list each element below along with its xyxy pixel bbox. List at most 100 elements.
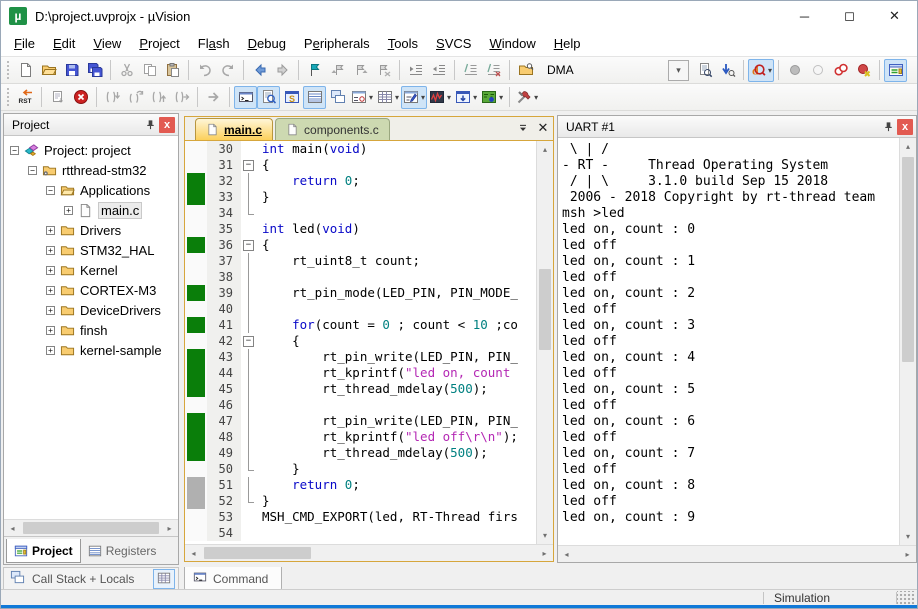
- scroll-left-icon[interactable]: ◂: [4, 520, 21, 537]
- toolbar-grip[interactable]: [6, 60, 11, 80]
- scroll-left-icon[interactable]: ◂: [558, 546, 575, 563]
- cut-button[interactable]: [115, 59, 138, 82]
- scroll-down-icon[interactable]: ▾: [537, 527, 554, 544]
- scroll-right-icon[interactable]: ▸: [899, 546, 916, 563]
- chevron-down-icon[interactable]: ▾: [447, 93, 451, 102]
- uart-v-scrollbar[interactable]: ▴ ▾: [899, 138, 916, 545]
- scroll-up-icon[interactable]: ▴: [537, 141, 554, 158]
- expand-icon[interactable]: +: [46, 326, 55, 335]
- collapse-icon[interactable]: −: [10, 146, 19, 155]
- menu-peripherals[interactable]: Peripherals: [295, 33, 379, 55]
- tab-project[interactable]: Project: [6, 539, 81, 563]
- chevron-down-icon[interactable]: ▾: [768, 66, 772, 75]
- editor-tab-components-c[interactable]: components.c: [275, 118, 390, 140]
- fold-toggle-icon[interactable]: [241, 237, 257, 253]
- call-stack-window-button[interactable]: [326, 86, 349, 109]
- find-in-files-dialog-button[interactable]: [514, 59, 537, 82]
- system-viewer-button[interactable]: ▾: [453, 86, 479, 109]
- editor-h-scrollbar[interactable]: ◂ ▸: [185, 544, 553, 561]
- scroll-thumb[interactable]: [539, 269, 551, 350]
- menu-flash[interactable]: Flash: [189, 33, 239, 55]
- find-in-files-button[interactable]: [693, 59, 716, 82]
- stop-debug-button[interactable]: [69, 86, 92, 109]
- scroll-thumb[interactable]: [23, 522, 159, 534]
- tree-item-project-project[interactable]: −Project: project: [4, 140, 178, 160]
- chevron-down-icon[interactable]: ▾: [668, 60, 689, 81]
- expand-icon[interactable]: +: [46, 226, 55, 235]
- tree-item-applications[interactable]: −Applications: [4, 180, 178, 200]
- close-button[interactable]: ✕: [872, 1, 917, 31]
- code-editor[interactable]: 30int main(void)31{32 return 0;33}3435in…: [185, 141, 536, 544]
- chevron-down-icon[interactable]: ▾: [473, 93, 477, 102]
- uart-panel-close-icon[interactable]: x: [897, 119, 913, 135]
- previous-bookmark-button[interactable]: [326, 59, 349, 82]
- pin-icon[interactable]: [880, 119, 897, 135]
- serial-window-button[interactable]: ▾: [401, 86, 427, 109]
- menu-debug[interactable]: Debug: [239, 33, 295, 55]
- copy-button[interactable]: [138, 59, 161, 82]
- memory-window-button[interactable]: ▾: [375, 86, 401, 109]
- command-window-button[interactable]: [234, 86, 257, 109]
- debug-settings-button[interactable]: ▾: [514, 86, 540, 109]
- chevron-down-icon[interactable]: ▾: [395, 93, 399, 102]
- symbol-window-button[interactable]: S: [280, 86, 303, 109]
- menu-svcs[interactable]: SVCS: [427, 33, 480, 55]
- kill-breakpoints-button[interactable]: [852, 59, 875, 82]
- toggle-breakpoint-button[interactable]: [829, 59, 852, 82]
- navigate-forward-button[interactable]: [271, 59, 294, 82]
- menu-tools[interactable]: Tools: [379, 33, 427, 55]
- run-button[interactable]: [202, 86, 225, 109]
- scroll-right-icon[interactable]: ▸: [161, 520, 178, 537]
- scroll-down-icon[interactable]: ▾: [900, 528, 917, 545]
- indent-button[interactable]: [404, 59, 427, 82]
- scroll-up-icon[interactable]: ▴: [900, 138, 917, 155]
- tree-item-kernel-sample[interactable]: +kernel-sample: [4, 340, 178, 360]
- paste-button[interactable]: [161, 59, 184, 82]
- memory-window-button[interactable]: [153, 569, 175, 589]
- fold-toggle-icon[interactable]: [241, 157, 257, 173]
- new-file-button[interactable]: [14, 59, 37, 82]
- uncomment-button[interactable]: [482, 59, 505, 82]
- menu-edit[interactable]: Edit: [44, 33, 84, 55]
- options-for-target-button[interactable]: [884, 59, 907, 82]
- comment-button[interactable]: [459, 59, 482, 82]
- logic-analyzer-button[interactable]: ▾: [427, 86, 453, 109]
- led-indicator-white[interactable]: [806, 59, 829, 82]
- fold-toggle-icon[interactable]: [241, 333, 257, 349]
- resize-grip[interactable]: [897, 591, 915, 605]
- scroll-left-icon[interactable]: ◂: [185, 545, 202, 562]
- clear-bookmarks-button[interactable]: [372, 59, 395, 82]
- reset-button[interactable]: RST: [14, 86, 37, 109]
- chevron-down-icon[interactable]: ▾: [499, 93, 503, 102]
- expand-icon[interactable]: +: [46, 266, 55, 275]
- uart-output[interactable]: \ | /- RT - Thread Operating System / | …: [558, 138, 899, 545]
- search-combo[interactable]: DMA▾: [541, 60, 689, 81]
- toggle-bookmark-button[interactable]: [303, 59, 326, 82]
- chevron-down-icon[interactable]: ▾: [421, 93, 425, 102]
- disassembly-window-button[interactable]: [257, 86, 280, 109]
- help-search-button[interactable]: d▾: [748, 59, 774, 82]
- scroll-thumb[interactable]: [204, 547, 311, 559]
- toolbox-button[interactable]: ▾: [479, 86, 505, 109]
- open-button[interactable]: [37, 59, 60, 82]
- collapse-icon[interactable]: −: [28, 166, 37, 175]
- uart-h-scrollbar[interactable]: ◂ ▸: [558, 545, 916, 562]
- tab-list-icon[interactable]: [513, 118, 533, 138]
- registers-window-button[interactable]: [303, 86, 326, 109]
- collapse-icon[interactable]: −: [46, 186, 55, 195]
- step-out-button[interactable]: [147, 86, 170, 109]
- insert-trace-button[interactable]: [46, 86, 69, 109]
- minimize-button[interactable]: ─: [782, 1, 827, 31]
- expand-icon[interactable]: +: [46, 306, 55, 315]
- expand-icon[interactable]: +: [64, 206, 73, 215]
- tree-item-rtthread-stm32[interactable]: −rtthread-stm32: [4, 160, 178, 180]
- expand-icon[interactable]: +: [46, 246, 55, 255]
- menu-file[interactable]: File: [5, 33, 44, 55]
- expand-icon[interactable]: +: [46, 286, 55, 295]
- callstack-locals-bar[interactable]: Call Stack + Locals: [3, 567, 179, 591]
- navigate-back-button[interactable]: [248, 59, 271, 82]
- editor-v-scrollbar[interactable]: ▴ ▾: [536, 141, 553, 544]
- expand-icon[interactable]: +: [46, 346, 55, 355]
- chevron-down-icon[interactable]: ▾: [369, 93, 373, 102]
- scroll-right-icon[interactable]: ▸: [536, 545, 553, 562]
